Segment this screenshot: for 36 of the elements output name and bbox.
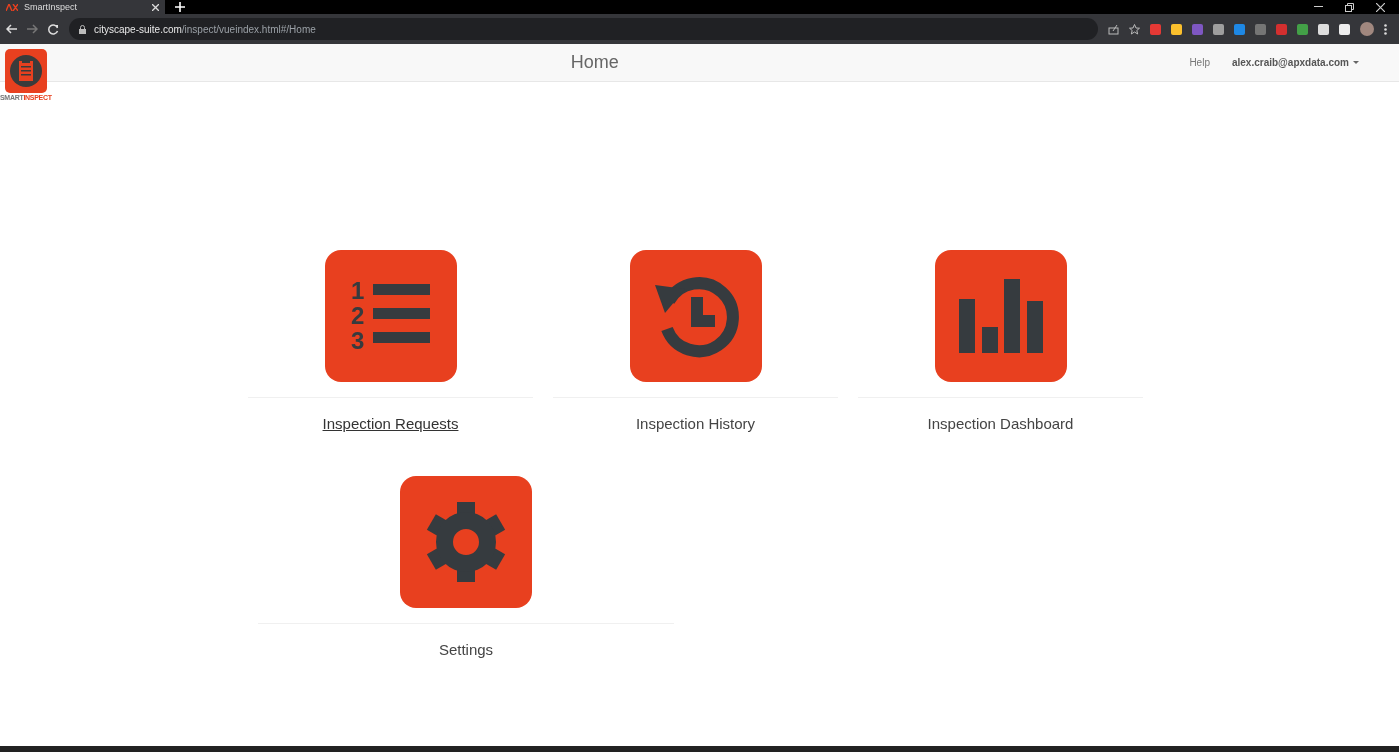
user-menu[interactable]: alex.craib@apxdata.com <box>1231 57 1359 68</box>
tile-link[interactable]: Inspection Requests <box>322 415 459 432</box>
close-icon[interactable] <box>152 3 159 11</box>
extension-icon[interactable] <box>1339 23 1350 35</box>
page-title: Home <box>569 52 620 73</box>
tile-link[interactable]: Inspection Dashboard <box>927 415 1074 432</box>
caret-icon <box>1353 61 1359 64</box>
url-text: cityscape-suite.com/inspect/vueindex.html#/Home <box>94 23 316 35</box>
avatar-icon[interactable] <box>1360 22 1374 36</box>
restore-icon[interactable] <box>1345 2 1354 12</box>
gear-icon <box>425 501 507 583</box>
bar-chart-icon <box>956 279 1045 353</box>
tab-title: SmartInspect <box>24 2 79 12</box>
tile-link[interactable]: Settings <box>438 641 494 658</box>
lock-icon <box>79 24 86 34</box>
new-tab-icon[interactable] <box>175 2 185 12</box>
extension-icon[interactable] <box>1171 23 1182 35</box>
share-icon[interactable] <box>1108 23 1119 35</box>
more-icon[interactable] <box>1384 23 1387 35</box>
extension-icon[interactable] <box>1213 23 1224 35</box>
clipboard-logo-icon[interactable] <box>4 49 47 93</box>
tile-button[interactable] <box>934 250 1067 382</box>
close-icon[interactable] <box>1376 2 1385 12</box>
tile-button[interactable] <box>400 476 532 608</box>
address-bar[interactable]: cityscape-suite.com/inspect/vueindex.html#/Home <box>69 18 1098 40</box>
extension-icon[interactable] <box>1318 23 1329 35</box>
help-link[interactable]: Help <box>1189 57 1210 68</box>
star-icon[interactable] <box>1129 23 1140 35</box>
minimize-icon[interactable] <box>1314 6 1323 8</box>
site-favicon-icon <box>6 3 18 11</box>
tile-button[interactable] <box>629 250 762 382</box>
back-icon[interactable] <box>6 24 17 34</box>
tile-link[interactable]: Inspection History <box>635 415 756 432</box>
browser-tab[interactable]: SmartInspect <box>0 0 165 14</box>
reload-icon[interactable] <box>48 23 59 35</box>
forward-icon[interactable] <box>27 24 38 34</box>
